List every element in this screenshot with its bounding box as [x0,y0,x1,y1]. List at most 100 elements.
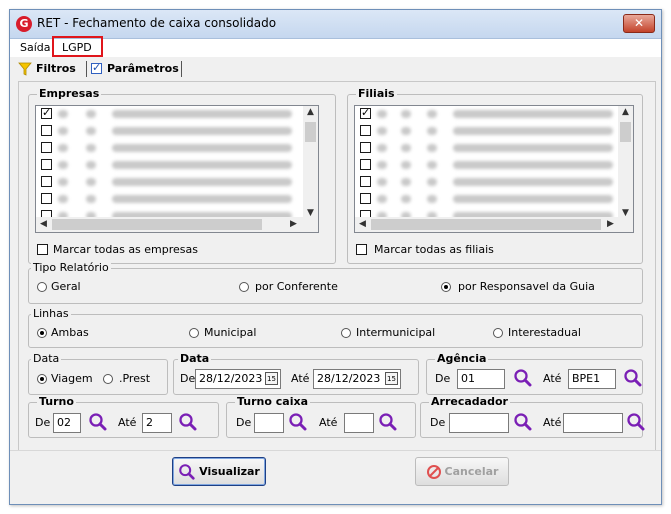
menu-lgpd[interactable]: LGPD [62,41,92,54]
search-icon[interactable] [513,412,533,432]
turno-caixa-ate-field[interactable] [344,413,374,433]
tab-strip: Filtros Parâmetros [10,57,661,79]
filtros-panel: Empresas ▲ ▼ ◀ ▶ [18,81,656,451]
row-checkbox[interactable] [360,176,371,187]
list-item[interactable] [36,157,318,173]
tab-separator [181,61,182,77]
horizontal-scrollbar[interactable]: ◀ ▶ [355,217,633,232]
data-tipo-title: Data [31,352,62,365]
radio-por-conferente[interactable] [239,282,249,292]
calendar-icon[interactable]: 15 [385,372,398,385]
data-ate-field[interactable]: 28/12/2023 15 [313,369,401,389]
list-item[interactable] [36,123,318,139]
scroll-thumb[interactable] [371,219,601,230]
list-item[interactable] [355,174,633,190]
radio-viagem[interactable] [37,374,47,384]
menu-bar: Saída LGPD [10,36,661,57]
select-all-filiais-checkbox[interactable] [356,244,367,255]
row-checkbox[interactable] [360,125,371,136]
data-range-title: Data [178,352,212,365]
row-checkbox[interactable] [41,106,52,119]
turno-de-value: 02 [57,416,71,429]
data-de-value: 28/12/2023 [199,372,263,385]
turno-de-label: De [35,416,51,429]
scroll-left-icon[interactable]: ◀ [355,219,370,229]
agencia-de-field[interactable]: 01 [457,369,505,389]
scroll-up-icon[interactable]: ▲ [303,107,318,117]
agencia-title: Agência [435,352,489,365]
vertical-scrollbar[interactable]: ▲ ▼ [303,106,318,219]
agencia-ate-value: BPE1 [572,372,601,385]
app-logo-icon: G [16,16,32,32]
data-range-group: Data De 28/12/2023 15 Até 28/12/2023 15 [173,352,419,395]
row-checkbox[interactable] [360,193,371,204]
turno-ate-field[interactable]: 2 [142,413,172,433]
list-item[interactable] [355,191,633,207]
row-checkbox[interactable] [360,159,371,170]
radio-prest[interactable] [103,374,113,384]
filiais-list[interactable]: ▲ ▼ ◀ ▶ [354,105,634,233]
radio-ambas[interactable] [37,328,47,338]
radio-municipal[interactable] [189,328,199,338]
scroll-up-icon[interactable]: ▲ [618,107,633,117]
select-all-empresas-label: Marcar todas as empresas [53,243,198,256]
radio-por-responsavel-label: por Responsavel da Guia [458,280,595,293]
list-item[interactable] [36,191,318,207]
list-item[interactable] [355,106,633,122]
list-item[interactable] [355,123,633,139]
row-checkbox[interactable] [41,159,52,170]
row-checkbox[interactable] [41,125,52,136]
search-icon[interactable] [623,368,643,388]
scroll-left-icon[interactable]: ◀ [36,219,51,229]
select-all-empresas-checkbox[interactable] [37,244,48,255]
tab-filtros[interactable]: Filtros [18,59,86,78]
row-checkbox[interactable] [41,193,52,204]
list-item[interactable] [355,157,633,173]
list-item[interactable] [36,106,318,122]
search-icon[interactable] [626,412,646,432]
scroll-thumb[interactable] [620,122,631,142]
scroll-thumb[interactable] [52,219,262,230]
list-item[interactable] [36,140,318,156]
turno-caixa-de-field[interactable] [254,413,284,433]
scroll-right-icon[interactable]: ▶ [603,219,618,229]
radio-geral[interactable] [37,282,47,292]
tab-parametros[interactable]: Parâmetros [91,59,183,78]
radio-prest-label: .Prest [119,372,151,385]
vertical-scrollbar[interactable]: ▲ ▼ [618,106,633,219]
turno-title: Turno [37,395,76,408]
search-icon[interactable] [88,412,108,432]
parametros-check-icon [91,61,102,74]
search-icon[interactable] [288,412,308,432]
radio-por-responsavel[interactable] [441,282,451,292]
data-ate-value: 28/12/2023 [317,372,381,385]
row-checkbox[interactable] [41,142,52,153]
turno-de-field[interactable]: 02 [53,413,81,433]
calendar-icon[interactable]: 15 [265,372,278,385]
row-checkbox[interactable] [360,106,371,119]
cancelar-button[interactable]: Cancelar [415,457,509,486]
scroll-right-icon[interactable]: ▶ [286,219,301,229]
arrecadador-ate-field[interactable] [563,413,623,433]
list-item[interactable] [355,140,633,156]
arrecadador-de-field[interactable] [449,413,509,433]
radio-municipal-label: Municipal [204,326,257,339]
radio-intermunicipal[interactable] [341,328,351,338]
horizontal-scrollbar[interactable]: ◀ ▶ [36,217,318,232]
search-icon[interactable] [513,368,533,388]
scroll-thumb[interactable] [305,122,316,142]
agencia-ate-field[interactable]: BPE1 [568,369,616,389]
list-item[interactable] [36,174,318,190]
search-icon[interactable] [178,412,198,432]
empresas-list[interactable]: ▲ ▼ ◀ ▶ [35,105,319,233]
data-de-field[interactable]: 28/12/2023 15 [195,369,281,389]
row-checkbox[interactable] [360,142,371,153]
close-button[interactable]: ✕ [623,14,655,33]
radio-interestadual[interactable] [493,328,503,338]
agencia-de-label: De [435,372,451,385]
row-checkbox[interactable] [41,176,52,187]
menu-saida[interactable]: Saída [20,41,51,54]
search-icon[interactable] [378,412,398,432]
select-all-filiais-label: Marcar todas as filiais [374,243,494,256]
visualizar-button[interactable]: Visualizar [172,457,266,486]
